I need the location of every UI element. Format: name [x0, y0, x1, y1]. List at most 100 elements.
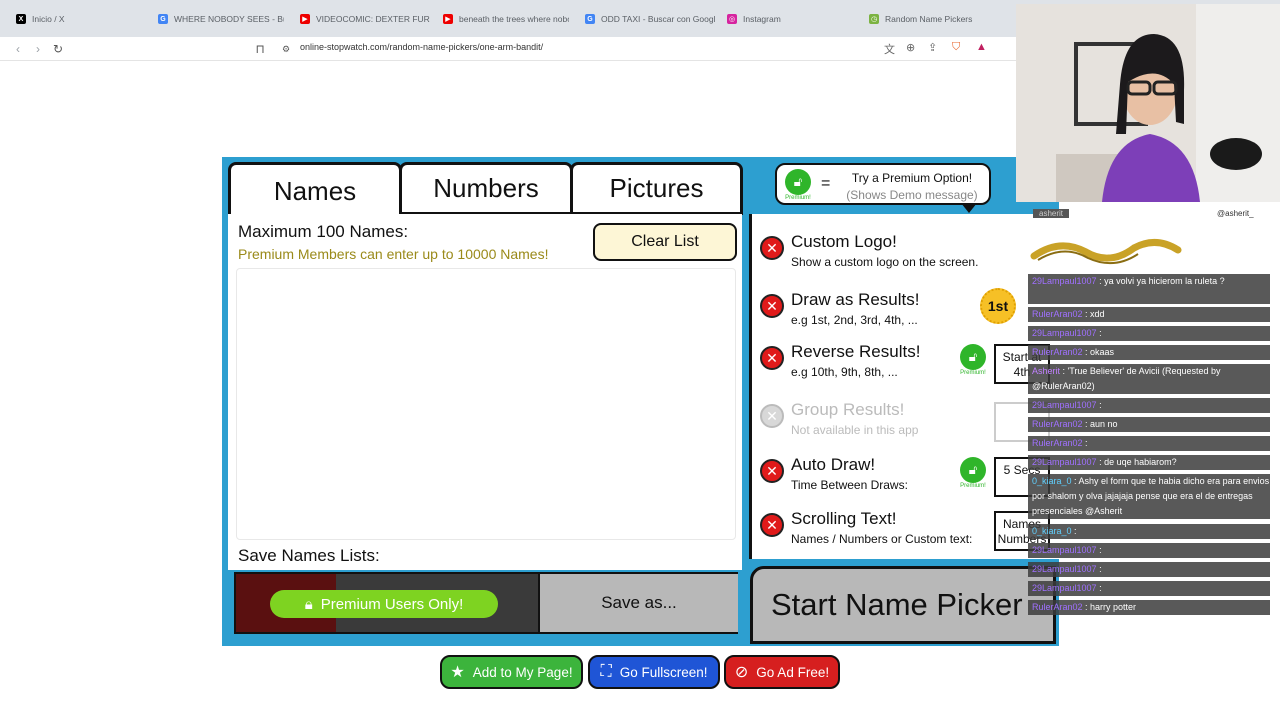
chat-message: 0_kiara_0 : Ashy el form que te habia di…	[1028, 474, 1270, 519]
browser-tab-label: beneath the trees where nobo	[459, 14, 569, 24]
chat-message: RulerAran02 : okaas	[1028, 345, 1270, 360]
chat-message: RulerAran02 : xdd	[1028, 307, 1270, 322]
browser-tab-label: Inicio / X	[32, 14, 65, 24]
option-reverse-results[interactable]: ✕ Reverse Results! e.g 10th, 9th, 8th, .…	[758, 340, 1058, 392]
option-desc: Show a custom logo on the screen.	[791, 255, 979, 269]
chat-username[interactable]: 29Lampaul1007	[1032, 328, 1097, 338]
rewards-icon[interactable]: ▲	[976, 41, 987, 53]
reload-icon[interactable]: ↻	[50, 41, 66, 57]
chat-text: :	[1096, 400, 1102, 410]
tab-numbers[interactable]: Numbers	[399, 162, 573, 215]
save-names-title: Save Names Lists:	[238, 546, 380, 565]
save-as-button[interactable]: Save as...	[538, 574, 738, 632]
lock-icon: 🔓︎	[960, 344, 986, 370]
button-label: Go Ad Free!	[756, 664, 830, 680]
chat-username[interactable]: 29Lampaul1007	[1032, 564, 1097, 574]
chat-message: 29Lampaul1007 :	[1028, 326, 1270, 341]
picker-tabs: Names Numbers Pictures	[228, 162, 743, 217]
chat-message: 0_kiara_0 :	[1028, 524, 1270, 539]
browser-tab[interactable]: G ODD TAXI - Buscar con Google	[585, 8, 715, 30]
premium-callout[interactable]: 🔓︎ Premium! = Try a Premium Option! (Sho…	[775, 163, 991, 213]
chat-username[interactable]: 29Lampaul1007	[1032, 276, 1097, 286]
tab-names[interactable]: Names	[228, 162, 402, 217]
disabled-x-icon: ✕	[760, 459, 784, 483]
premium-note: Premium Members can enter up to 10000 Na…	[238, 246, 549, 262]
option-desc: e.g 1st, 2nd, 3rd, 4th, ...	[791, 313, 918, 327]
tab-pictures[interactable]: Pictures	[570, 162, 743, 215]
chat-message: 29Lampaul1007 :	[1028, 398, 1270, 413]
share-icon[interactable]: ⇪	[928, 41, 937, 54]
browser-tab[interactable]: ▶ VIDEOCOMIC: DEXTER FURRA	[300, 8, 430, 30]
zoom-icon[interactable]: ⊕	[906, 41, 915, 54]
chat-header-left: asherit	[1033, 209, 1070, 218]
disabled-x-icon: ✕	[760, 236, 784, 260]
chat-username[interactable]: 0_kiara_0	[1032, 476, 1072, 486]
url-text[interactable]: online-stopwatch.com/random-name-pickers…	[300, 42, 543, 52]
lock-label: Premium!	[960, 370, 986, 376]
chat-username[interactable]: RulerAran02	[1032, 309, 1083, 319]
option-desc: Not available in this app	[791, 423, 919, 437]
premium-users-only-badge[interactable]: 🔒︎ Premium Users Only!	[270, 590, 498, 618]
premium-lock: 🔓︎ Premium!	[960, 457, 986, 489]
option-desc: Names / Numbers or Custom text:	[791, 532, 973, 546]
button-label: Add to My Page!	[472, 664, 573, 680]
chat-username[interactable]: 29Lampaul1007	[1032, 400, 1097, 410]
browser-tab[interactable]: X Inicio / X	[16, 8, 146, 30]
browser-tab[interactable]: ▶ beneath the trees where nobo	[443, 8, 569, 30]
lock-label: Premium!	[785, 195, 811, 201]
browser-tab-active[interactable]: ◷ Random Name Pickers	[869, 8, 999, 30]
chat-username[interactable]: Asherit	[1032, 366, 1060, 376]
chat-header-right: @asherit_	[1217, 209, 1254, 218]
option-scrolling-text[interactable]: ✕ Scrolling Text! Names / Numbers or Cus…	[758, 507, 1058, 559]
option-draw-as-results[interactable]: ✕ Draw as Results! e.g 1st, 2nd, 3rd, 4t…	[758, 288, 1058, 340]
instagram-icon: ◎	[727, 14, 737, 24]
go-ad-free-button[interactable]: ⊘ Go Ad Free!	[724, 655, 840, 689]
chat-text: : xdd	[1082, 309, 1105, 319]
clear-list-button[interactable]: Clear List	[593, 223, 737, 261]
chat-text: : de uqe habiarom?	[1096, 457, 1177, 467]
forward-icon[interactable]: ›	[30, 41, 46, 57]
chat-username[interactable]: RulerAran02	[1032, 438, 1083, 448]
youtube-icon: ▶	[443, 14, 453, 24]
disabled-x-icon: ✕	[760, 404, 784, 428]
chat-text: : 'True Believer' de Avicii (Requested b…	[1032, 366, 1221, 391]
back-icon[interactable]: ‹	[10, 41, 26, 57]
names-textarea[interactable]	[236, 268, 736, 540]
chat-text: : harry potter	[1082, 602, 1137, 612]
brave-shield-icon[interactable]: ⛉	[952, 41, 960, 54]
chat-username[interactable]: RulerAran02	[1032, 602, 1083, 612]
chat-username[interactable]: 29Lampaul1007	[1032, 583, 1097, 593]
fullscreen-icon: ⛶	[600, 663, 612, 680]
start-area: Start Name Picker	[746, 562, 1058, 646]
dragon-emote-icon	[1030, 239, 1182, 265]
chat-message: 29Lampaul1007 :	[1028, 543, 1270, 558]
option-auto-draw[interactable]: ✕ Auto Draw! Time Between Draws: 🔓︎ Prem…	[758, 453, 1058, 505]
start-name-picker-button[interactable]: Start Name Picker	[750, 566, 1056, 644]
premium-callout-text: Try a Premium Option! (Shows Demo messag…	[839, 170, 985, 204]
chat-username[interactable]: 29Lampaul1007	[1032, 545, 1097, 555]
option-title: Scrolling Text!	[791, 509, 897, 528]
go-fullscreen-button[interactable]: ⛶ Go Fullscreen!	[588, 655, 720, 689]
google-icon: G	[158, 14, 168, 24]
chat-message: 29Lampaul1007 : de uqe habiarom?	[1028, 455, 1270, 470]
chat-username[interactable]: RulerAran02	[1032, 347, 1083, 357]
browser-tab[interactable]: ◎ Instagram	[727, 8, 857, 30]
names-panel: Maximum 100 Names: Premium Members can e…	[228, 214, 742, 570]
option-custom-logo[interactable]: ✕ Custom Logo! Show a custom logo on the…	[758, 230, 1058, 282]
chat-text: : okaas	[1082, 347, 1115, 357]
disabled-x-icon: ✕	[760, 294, 784, 318]
site-info-icon[interactable]: ⚙	[278, 41, 294, 57]
chat-username[interactable]: 0_kiara_0	[1032, 526, 1072, 536]
chat-text: :	[1082, 438, 1088, 448]
add-to-my-page-button[interactable]: ★ Add to My Page!	[440, 655, 583, 689]
bookmark-icon[interactable]: ⊓	[252, 41, 268, 57]
disabled-x-icon: ✕	[760, 513, 784, 537]
option-desc: Time Between Draws:	[791, 478, 908, 492]
chat-username[interactable]: RulerAran02	[1032, 419, 1083, 429]
premium-callout-subtitle: (Shows Demo message)	[846, 188, 978, 202]
option-title: Auto Draw!	[791, 455, 876, 474]
browser-tab[interactable]: G WHERE NOBODY SEES - Busca	[158, 8, 284, 30]
translate-icon[interactable]: 文	[884, 41, 895, 57]
chat-username[interactable]: 29Lampaul1007	[1032, 457, 1097, 467]
chat-message: RulerAran02 : harry potter	[1028, 600, 1270, 615]
